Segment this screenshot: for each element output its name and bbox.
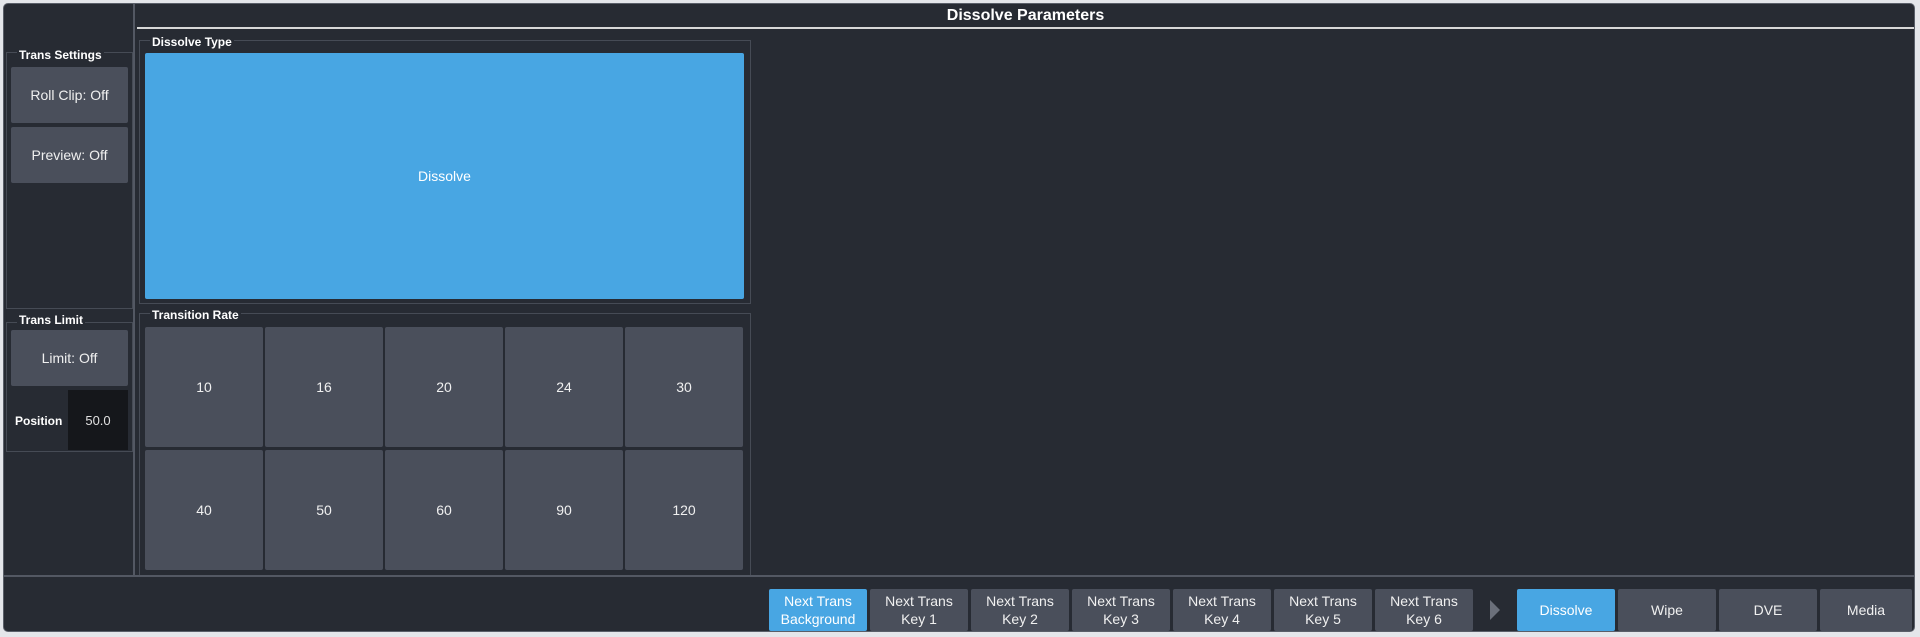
next-trans-key-1-button[interactable]: Next Trans Key 1 bbox=[870, 589, 968, 631]
page-title: Dissolve Parameters bbox=[137, 4, 1914, 29]
wipe-tab-button[interactable]: Wipe bbox=[1618, 589, 1716, 631]
next-trans-key-4-button[interactable]: Next Trans Key 4 bbox=[1173, 589, 1271, 631]
next-trans-target: Key 6 bbox=[1406, 611, 1442, 627]
dissolve-type-button[interactable]: Dissolve bbox=[145, 53, 744, 299]
trans-limit-label: Trans Limit bbox=[17, 313, 86, 327]
preview-button[interactable]: Preview: Off bbox=[11, 127, 128, 183]
next-trans-target: Key 4 bbox=[1204, 611, 1240, 627]
bottom-bar: Next Trans Background Next Trans Key 1 N… bbox=[4, 575, 1914, 631]
dissolve-tab-button[interactable]: Dissolve bbox=[1517, 589, 1615, 631]
rate-button-10[interactable]: 10 bbox=[145, 327, 263, 447]
dve-tab-button[interactable]: DVE bbox=[1719, 589, 1817, 631]
next-trans-target: Key 2 bbox=[1002, 611, 1038, 627]
position-label: Position bbox=[15, 414, 63, 428]
rate-button-60[interactable]: 60 bbox=[385, 450, 503, 570]
next-trans-target: Key 3 bbox=[1103, 611, 1139, 627]
position-value[interactable]: 50.0 bbox=[68, 390, 128, 450]
media-tab-button[interactable]: Media bbox=[1820, 589, 1912, 631]
triangle-right-icon[interactable] bbox=[1490, 600, 1500, 620]
next-trans-key-3-button[interactable]: Next Trans Key 3 bbox=[1072, 589, 1170, 631]
next-trans-label: Next Trans bbox=[784, 593, 852, 609]
next-trans-label: Next Trans bbox=[1289, 593, 1357, 609]
rate-button-40[interactable]: 40 bbox=[145, 450, 263, 570]
rate-button-120[interactable]: 120 bbox=[625, 450, 743, 570]
next-trans-label: Next Trans bbox=[885, 593, 953, 609]
transition-rate-label: Transition Rate bbox=[150, 308, 241, 322]
limit-button[interactable]: Limit: Off bbox=[11, 330, 128, 386]
dissolve-type-label: Dissolve Type bbox=[150, 35, 234, 49]
next-trans-key-2-button[interactable]: Next Trans Key 2 bbox=[971, 589, 1069, 631]
next-trans-label: Next Trans bbox=[986, 593, 1054, 609]
rate-button-90[interactable]: 90 bbox=[505, 450, 623, 570]
left-panel: Trans Settings Roll Clip: Off Preview: O… bbox=[4, 4, 135, 575]
next-trans-label: Next Trans bbox=[1087, 593, 1155, 609]
next-trans-target: Key 5 bbox=[1305, 611, 1341, 627]
next-trans-label: Next Trans bbox=[1188, 593, 1256, 609]
trans-settings-label: Trans Settings bbox=[17, 48, 104, 62]
next-trans-key-6-button[interactable]: Next Trans Key 6 bbox=[1375, 589, 1473, 631]
next-trans-background-button[interactable]: Next Trans Background bbox=[769, 589, 867, 631]
rate-button-20[interactable]: 20 bbox=[385, 327, 503, 447]
rate-button-16[interactable]: 16 bbox=[265, 327, 383, 447]
app-window: Trans Settings Roll Clip: Off Preview: O… bbox=[3, 3, 1915, 632]
rate-button-50[interactable]: 50 bbox=[265, 450, 383, 570]
next-trans-target: Key 1 bbox=[901, 611, 937, 627]
rate-button-30[interactable]: 30 bbox=[625, 327, 743, 447]
roll-clip-button[interactable]: Roll Clip: Off bbox=[11, 67, 128, 123]
next-trans-key-5-button[interactable]: Next Trans Key 5 bbox=[1274, 589, 1372, 631]
rate-button-24[interactable]: 24 bbox=[505, 327, 623, 447]
next-trans-target: Background bbox=[780, 611, 856, 627]
next-trans-label: Next Trans bbox=[1390, 593, 1458, 609]
